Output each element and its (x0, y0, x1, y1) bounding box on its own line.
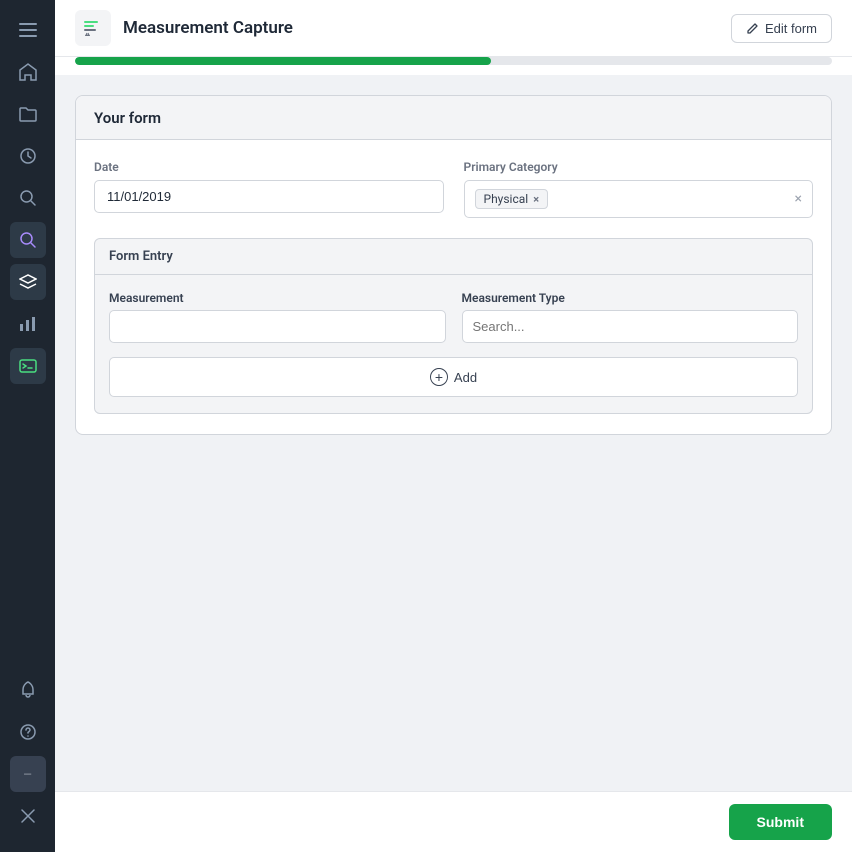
edit-form-label: Edit form (765, 21, 817, 36)
form-card: Your form Date Primary Category Physical (75, 95, 832, 435)
header: Measurement Capture Edit form (55, 0, 852, 57)
measurement-type-field: Measurement Type (462, 291, 799, 343)
measurement-type-input[interactable] (462, 310, 799, 343)
bell-icon[interactable] (10, 672, 46, 708)
date-input[interactable] (94, 180, 444, 213)
submit-label: Submit (757, 814, 804, 830)
history-icon[interactable] (10, 138, 46, 174)
form-entry-section: Form Entry Measurement Measurement Type (94, 238, 813, 414)
add-icon: + (430, 368, 448, 386)
progress-fill (75, 57, 491, 65)
category-tag-input[interactable]: Physical × × (464, 180, 814, 218)
folder-icon[interactable] (10, 96, 46, 132)
sidebar: — (0, 0, 55, 852)
top-fields-row: Date Primary Category Physical × × (94, 160, 813, 218)
sidebar-bottom: — (10, 672, 46, 840)
home-icon[interactable] (10, 54, 46, 90)
progress-bar-container (55, 57, 852, 75)
form-entry-body: Measurement Measurement Type + (95, 275, 812, 413)
help-icon[interactable] (10, 714, 46, 750)
date-field-group: Date (94, 160, 444, 218)
header-left: Measurement Capture (75, 10, 293, 46)
add-button[interactable]: + Add (109, 357, 798, 397)
form-entry-header: Form Entry (95, 239, 812, 275)
measurement-type-label: Measurement Type (462, 291, 799, 305)
measurement-label: Measurement (109, 291, 446, 305)
page-icon (75, 10, 111, 46)
menu-icon[interactable] (10, 12, 46, 48)
content-area: Your form Date Primary Category Physical (55, 75, 852, 791)
primary-category-field-group: Primary Category Physical × × (464, 160, 814, 218)
edit-form-button[interactable]: Edit form (731, 14, 832, 43)
main-content: Measurement Capture Edit form Your form … (55, 0, 852, 852)
search-icon[interactable] (10, 180, 46, 216)
search2-icon[interactable] (10, 222, 46, 258)
physical-tag-label: Physical (484, 192, 529, 206)
code-icon[interactable] (10, 348, 46, 384)
user-avatar[interactable]: — (10, 756, 46, 792)
form-card-header: Your form (76, 96, 831, 140)
physical-tag: Physical × (475, 189, 549, 209)
form-card-body: Date Primary Category Physical × × (76, 140, 831, 434)
date-label: Date (94, 160, 444, 174)
submit-button[interactable]: Submit (729, 804, 832, 840)
physical-tag-close[interactable]: × (533, 193, 539, 206)
measurement-input[interactable] (109, 310, 446, 343)
progress-track (75, 57, 832, 65)
close-icon[interactable] (10, 798, 46, 834)
chart-icon[interactable] (10, 306, 46, 342)
primary-category-label: Primary Category (464, 160, 814, 174)
page-title: Measurement Capture (123, 18, 293, 38)
measurement-field: Measurement (109, 291, 446, 343)
category-clear-icon[interactable]: × (795, 191, 802, 207)
footer: Submit (55, 791, 852, 852)
form-card-title: Your form (94, 109, 161, 127)
entry-row: Measurement Measurement Type (109, 291, 798, 343)
form-entry-label: Form Entry (109, 249, 173, 264)
layers-icon[interactable] (10, 264, 46, 300)
add-label: Add (454, 370, 477, 385)
